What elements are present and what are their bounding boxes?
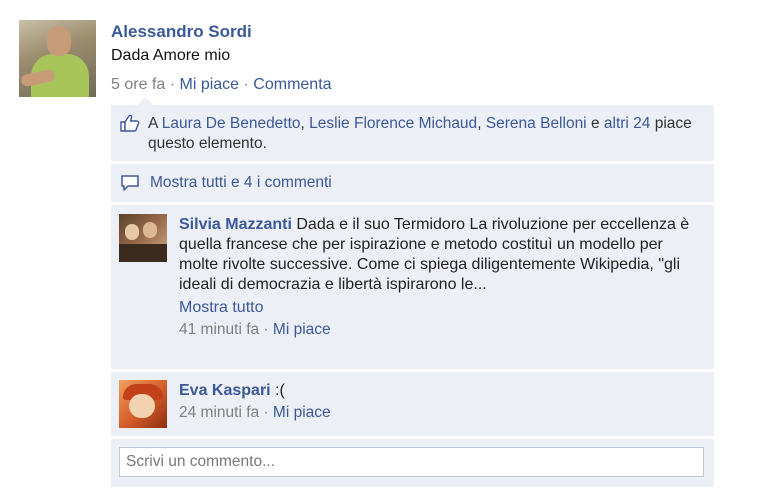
likes-summary: A Laura De Benedetto, Leslie Florence Mi…: [111, 105, 714, 161]
liker-link[interactable]: Leslie Florence Michaud: [309, 115, 477, 132]
post-author-avatar[interactable]: [19, 20, 96, 97]
comment-more-row: Mostra tutto: [179, 298, 704, 318]
speech-bubble-icon: [121, 175, 139, 191]
show-all-comments-link[interactable]: Mostra tutti e 4 i commenti: [150, 174, 332, 192]
post-author-name[interactable]: Alessandro Sordi: [111, 22, 252, 42]
comment-like-link[interactable]: Mi piace: [273, 321, 331, 338]
likes-comma: ,: [300, 115, 310, 132]
likes-comma: ,: [477, 115, 486, 132]
likes-and: e: [586, 115, 604, 132]
avatar-shape: [125, 224, 139, 240]
post-text: Dada Amore mio: [111, 47, 231, 64]
likes-text: A Laura De Benedetto, Leslie Florence Mi…: [148, 114, 708, 154]
commenter-name[interactable]: Silvia Mazzanti: [179, 216, 292, 233]
likes-others-link[interactable]: altri 24: [604, 115, 651, 132]
comment-body: Eva Kaspari :( 24 minuti fa · Mi piace: [179, 381, 704, 423]
comment-input-row: [111, 439, 714, 487]
comment-meta: 24 minuti fa · Mi piace: [179, 403, 704, 423]
commenter-avatar[interactable]: [119, 380, 167, 428]
comment-timestamp[interactable]: 24 minuti fa: [179, 404, 259, 421]
post-timestamp[interactable]: 5 ore fa: [111, 76, 165, 93]
avatar-shape: [129, 394, 155, 418]
avatar-shape: [119, 244, 167, 262]
comment-item: Eva Kaspari :( 24 minuti fa · Mi piace: [111, 372, 714, 436]
comments-pointer-arrow: [137, 97, 153, 105]
show-more-link[interactable]: Mostra tutto: [179, 299, 263, 316]
meta-separator: ·: [259, 321, 273, 338]
show-all-comments-row[interactable]: Mostra tutti e 4 i commenti: [111, 164, 714, 202]
comment-body: Silvia Mazzanti Dada e il suo Termidoro …: [179, 215, 704, 340]
likes-prefix: A: [148, 115, 162, 132]
post-meta: 5 ore fa · Mi piace · Commenta: [111, 76, 332, 94]
post-comment-link[interactable]: Commenta: [253, 76, 331, 93]
comment-timestamp[interactable]: 41 minuti fa: [179, 321, 259, 338]
meta-separator: ·: [165, 76, 180, 93]
comment-input[interactable]: [119, 447, 704, 477]
thumbs-up-icon: [120, 114, 140, 132]
commenter-name[interactable]: Eva Kaspari: [179, 382, 271, 399]
comment-like-link[interactable]: Mi piace: [273, 404, 331, 421]
comment-text: :(: [270, 382, 285, 399]
meta-separator: ·: [259, 404, 273, 421]
meta-separator: ·: [239, 76, 254, 93]
commenter-avatar[interactable]: [119, 214, 167, 262]
avatar-head: [47, 26, 71, 56]
liker-link[interactable]: Serena Belloni: [486, 115, 587, 132]
comment-meta: 41 minuti fa · Mi piace: [179, 320, 704, 340]
post-like-link[interactable]: Mi piace: [179, 76, 239, 93]
avatar-shape: [143, 222, 157, 238]
comment-item: Silvia Mazzanti Dada e il suo Termidoro …: [111, 205, 714, 369]
liker-link[interactable]: Laura De Benedetto: [162, 115, 301, 132]
